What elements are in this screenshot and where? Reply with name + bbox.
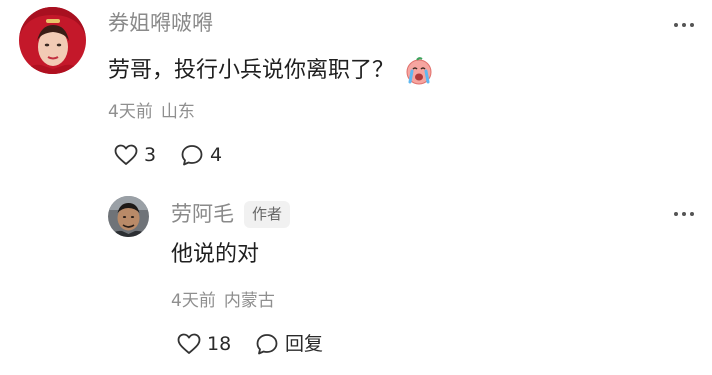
reply-meta: 4天前 内蒙古 (171, 293, 275, 310)
reply-username[interactable]: 劳阿毛 (171, 204, 234, 225)
comment-location: 山东 (160, 102, 195, 122)
comment-bubble-icon (181, 145, 203, 166)
comment-bubble-icon (256, 334, 278, 355)
dot (682, 212, 686, 216)
avatar[interactable] (19, 7, 86, 74)
author-badge: 作者 (244, 201, 291, 228)
crying-baby-emoji-icon (406, 57, 432, 85)
like-count: 3 (144, 143, 157, 166)
more-options-button[interactable] (672, 15, 696, 35)
reply-count: 4 (210, 143, 223, 166)
heart-icon (114, 144, 138, 165)
reply-button[interactable]: 回复 (255, 333, 323, 355)
dot (682, 23, 686, 27)
reply-count-button[interactable]: 4 (180, 144, 222, 166)
woman-red-hood-avatar-icon (19, 7, 86, 74)
reply-more-options-button[interactable] (672, 204, 696, 224)
reply-avatar[interactable] (108, 196, 149, 237)
reply-like-button[interactable]: 18 (177, 333, 231, 355)
dot (690, 23, 694, 27)
like-button[interactable]: 3 (114, 144, 156, 166)
comment-time: 4天前 (108, 102, 153, 122)
reply-header: 劳阿毛 作者 (171, 201, 291, 228)
man-avatar-icon (108, 196, 149, 237)
comment-text: 劳哥，投行小兵说你离职了？ (108, 58, 395, 83)
heart-icon (177, 333, 201, 354)
comment-username[interactable]: 券姐嘚啵嘚 (108, 13, 213, 34)
reply-time: 4天前 (171, 291, 216, 311)
dot (674, 23, 678, 27)
comment-meta: 4天前 山东 (108, 104, 195, 121)
reply-location: 内蒙古 (223, 291, 275, 311)
reply-text: 他说的对 (171, 242, 260, 267)
reply-like-count: 18 (207, 332, 232, 355)
dot (690, 212, 694, 216)
reply-label: 回复 (285, 332, 324, 355)
comment-text-row: 劳哥，投行小兵说你离职了？ (108, 56, 434, 86)
dot (674, 212, 678, 216)
